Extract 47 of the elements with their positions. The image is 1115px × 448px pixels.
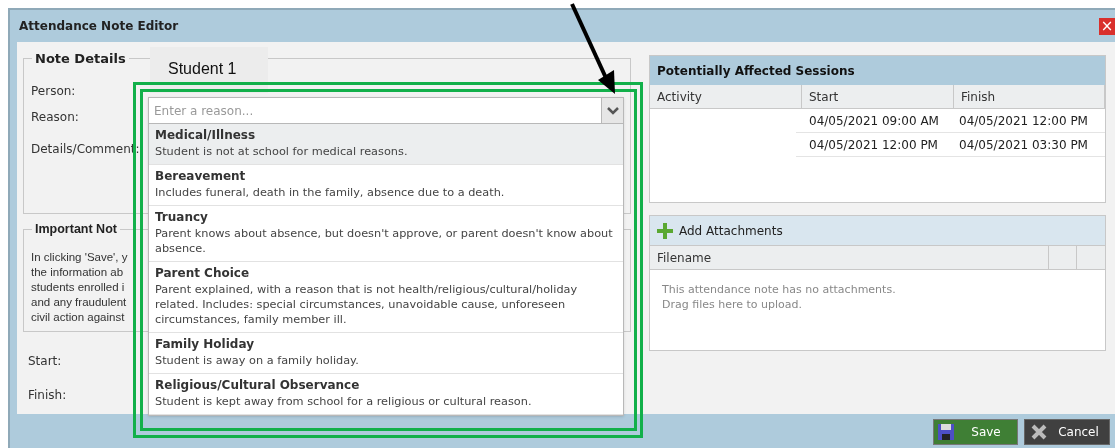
reason-option[interactable]: Truancy Parent knows about absence, but doesn't approve, or parent doesn't know about absence. (149, 206, 623, 262)
option-description: Includes funeral, death in the family, absence due to a death. (155, 185, 506, 200)
option-title: Bereavement (155, 168, 247, 185)
option-title: Medical/Illness (155, 127, 257, 144)
option-description: Parent knows about absence, but doesn't approve, or parent doesn't know about absence. (155, 226, 614, 256)
column-header[interactable]: Activity (650, 85, 802, 108)
reason-option[interactable]: Family Holiday Student is away on a family holiday. (149, 333, 623, 374)
cancel-button[interactable]: Cancel (1024, 419, 1110, 445)
empty-message: This attendance note has no attachments. (662, 282, 897, 297)
close-button[interactable]: × (1099, 17, 1115, 35)
reason-option[interactable]: Medical/Illness Student is not at school for medical reasons. (149, 124, 623, 165)
panel-header: Potentially Affected Sessions (650, 56, 1105, 85)
notice-text: and any fraudulent (31, 295, 127, 310)
table-cell-text: 04/05/2021 12:00 PM (808, 136, 939, 154)
table-cell-text: 04/05/2021 03:30 PM (958, 136, 1089, 154)
column-header[interactable]: Start (802, 85, 954, 108)
reason-option[interactable]: Religious/Cultural Observance Student is kept away from school for a religious or cultural reason. (149, 374, 623, 415)
notice-text: the information ab (31, 265, 124, 280)
reason-input[interactable]: Enter a reason... (149, 98, 601, 123)
option-title: Religious/Cultural Observance (155, 377, 361, 394)
field-label: Person: (31, 83, 76, 100)
add-attachments-button[interactable]: Add Attachments (657, 221, 783, 240)
reason-option[interactable]: Parent Choice Parent explained, with a reason that is not health/religious/cultural/holiday related. Includes: special circumstances, unavoidable cause, unforeseen circumstances, family member ill. (149, 262, 623, 333)
notice-text: civil action against (31, 310, 125, 325)
notice-text: In clicking 'Save', y (31, 250, 128, 265)
dropdown-toggle[interactable] (601, 98, 623, 123)
option-description: Student is not at school for medical reasons. (155, 144, 409, 159)
field-label: Finish: (28, 387, 67, 404)
option-description: Student is kept away from school for a religious or cultural reason. (155, 394, 533, 409)
save-button[interactable]: Save (933, 419, 1018, 445)
notice-text: students enrolled i (31, 280, 125, 295)
option-title: Truancy (155, 209, 209, 226)
field-label: Start: (28, 353, 62, 370)
close-icon (1030, 423, 1048, 441)
window-title: Attendance Note Editor (19, 18, 179, 35)
option-title: Family Holiday (155, 336, 255, 353)
empty-message: Drag files here to upload. (662, 297, 803, 312)
table-cell-text: 04/05/2021 09:00 AM (808, 112, 940, 130)
field-label: Reason: (31, 109, 79, 126)
option-description: Student is away on a family holiday. (155, 353, 360, 368)
chevron-down-icon (606, 106, 619, 115)
option-title: Parent Choice (155, 265, 251, 282)
option-description: Parent explained, with a reason that is not health/religious/cultural/holiday related. Includes: special circumstances, unavoidable cause, unforeseen circumstances, family member ill. (155, 282, 579, 327)
table-cell-text: 04/05/2021 12:00 PM (958, 112, 1089, 130)
column-header[interactable]: Finish (954, 85, 1105, 108)
plus-icon (657, 222, 673, 239)
reason-option[interactable]: Bereavement Includes funeral, death in the family, absence due to a death. (149, 165, 623, 206)
